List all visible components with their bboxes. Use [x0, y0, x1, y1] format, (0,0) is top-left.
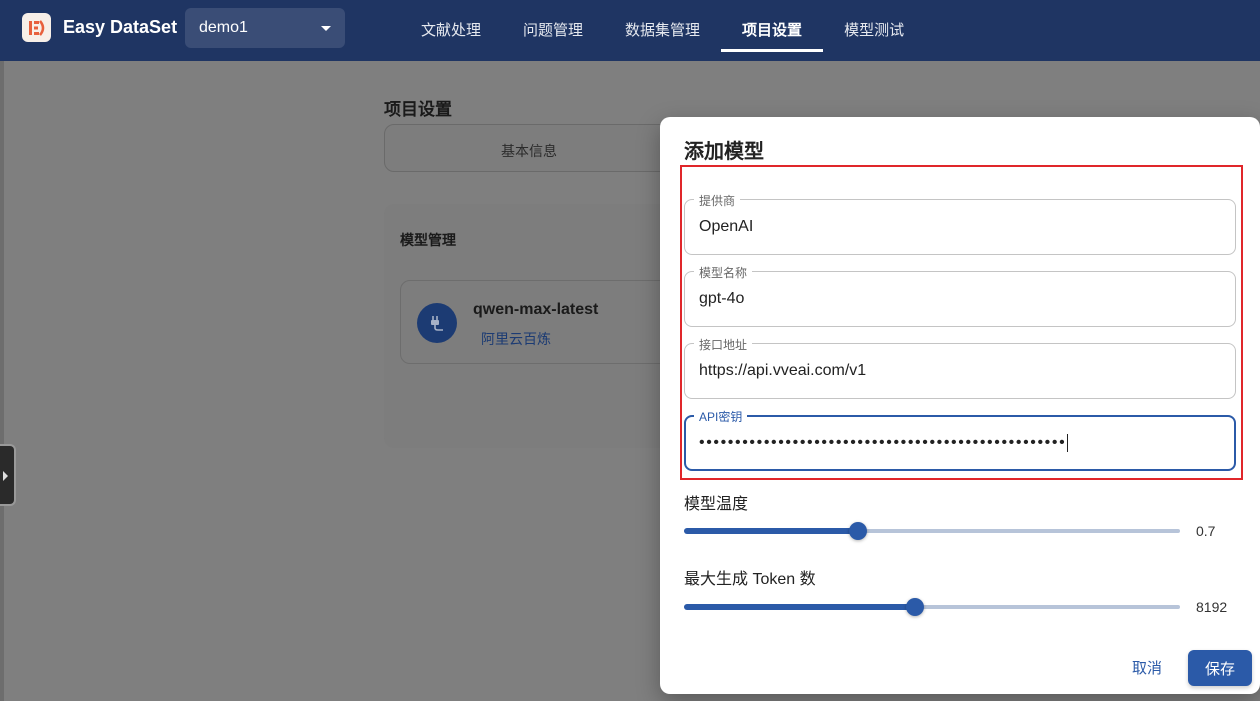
model-list-item[interactable]: qwen-max-latest 阿里云百炼 [400, 280, 690, 364]
chevron-down-icon [321, 26, 331, 31]
temperature-label: 模型温度 [684, 496, 749, 513]
cancel-button[interactable]: 取消 [1122, 650, 1172, 684]
api-key-field-label: API密钥 [694, 408, 748, 425]
provider-field-label: 提供商 [694, 192, 741, 209]
endpoint-field[interactable]: 接口地址 https://api.vveai.com/v1 [684, 336, 1236, 399]
max-tokens-value: 8192 [1196, 599, 1228, 615]
slider-track [684, 604, 915, 610]
endpoint-field-value: https://api.vveai.com/v1 [699, 362, 867, 379]
endpoint-field-label: 接口地址 [694, 336, 753, 353]
app-logo-icon [22, 13, 51, 42]
max-tokens-label: 最大生成 Token 数 [684, 571, 816, 588]
model-name-field-value: gpt-4o [699, 290, 745, 307]
slider-thumb[interactable] [848, 522, 867, 540]
tab-basic-info[interactable]: 基本信息 [384, 124, 684, 172]
tab-project-settings[interactable]: 项目设置 [721, 0, 824, 61]
tab-datasets[interactable]: 数据集管理 [604, 0, 721, 61]
provider-field-value: OpenAI [699, 218, 754, 235]
project-selector-value: demo1 [199, 19, 248, 36]
model-management-title: 模型管理 [400, 232, 456, 248]
tab-model-test[interactable]: 模型测试 [823, 0, 925, 61]
model-name-field[interactable]: 模型名称 gpt-4o [684, 264, 1236, 327]
project-selector[interactable]: demo1 [185, 8, 345, 48]
dialog-title: 添加模型 [684, 141, 764, 163]
api-key-field-value: ••••••••••••••••••••••••••••••••••••••••… [699, 434, 1069, 452]
model-provider: 阿里云百炼 [481, 331, 551, 347]
temperature-slider[interactable] [684, 521, 1180, 541]
save-button[interactable]: 保存 [1188, 650, 1252, 686]
plug-icon [417, 303, 457, 343]
tab-literature[interactable]: 文献处理 [400, 0, 502, 61]
api-key-masked-value: ••••••••••••••••••••••••••••••••••••••••… [699, 434, 1067, 452]
add-model-dialog: 添加模型 提供商 OpenAI 模型名称 gpt-4o 接口地址 https:/… [660, 117, 1260, 694]
provider-field[interactable]: 提供商 OpenAI [684, 192, 1236, 255]
temperature-value: 0.7 [1196, 523, 1216, 539]
page-title: 项目设置 [384, 100, 452, 119]
slider-track [684, 528, 858, 534]
api-key-field[interactable]: API密钥 ••••••••••••••••••••••••••••••••••… [684, 408, 1236, 471]
top-nav-bar: Easy DataSet demo1 文献处理 问题管理 数据集管理 项目设置 … [0, 0, 1260, 61]
tab-basic-info-label: 基本信息 [501, 143, 557, 159]
max-tokens-slider[interactable] [684, 597, 1180, 617]
main-tabs: 文献处理 问题管理 数据集管理 项目设置 模型测试 [400, 0, 925, 61]
model-name-field-label: 模型名称 [694, 264, 753, 281]
text-cursor [1067, 434, 1069, 452]
left-edge [0, 61, 4, 701]
tab-questions[interactable]: 问题管理 [502, 0, 604, 61]
sidebar-toggle-handle[interactable] [0, 444, 16, 506]
model-name: qwen-max-latest [473, 301, 599, 318]
slider-thumb[interactable] [905, 598, 924, 616]
model-management-card: 模型管理 qwen-max-latest 阿里云百炼 [384, 204, 690, 448]
app-brand: Easy DataSet [63, 17, 178, 37]
